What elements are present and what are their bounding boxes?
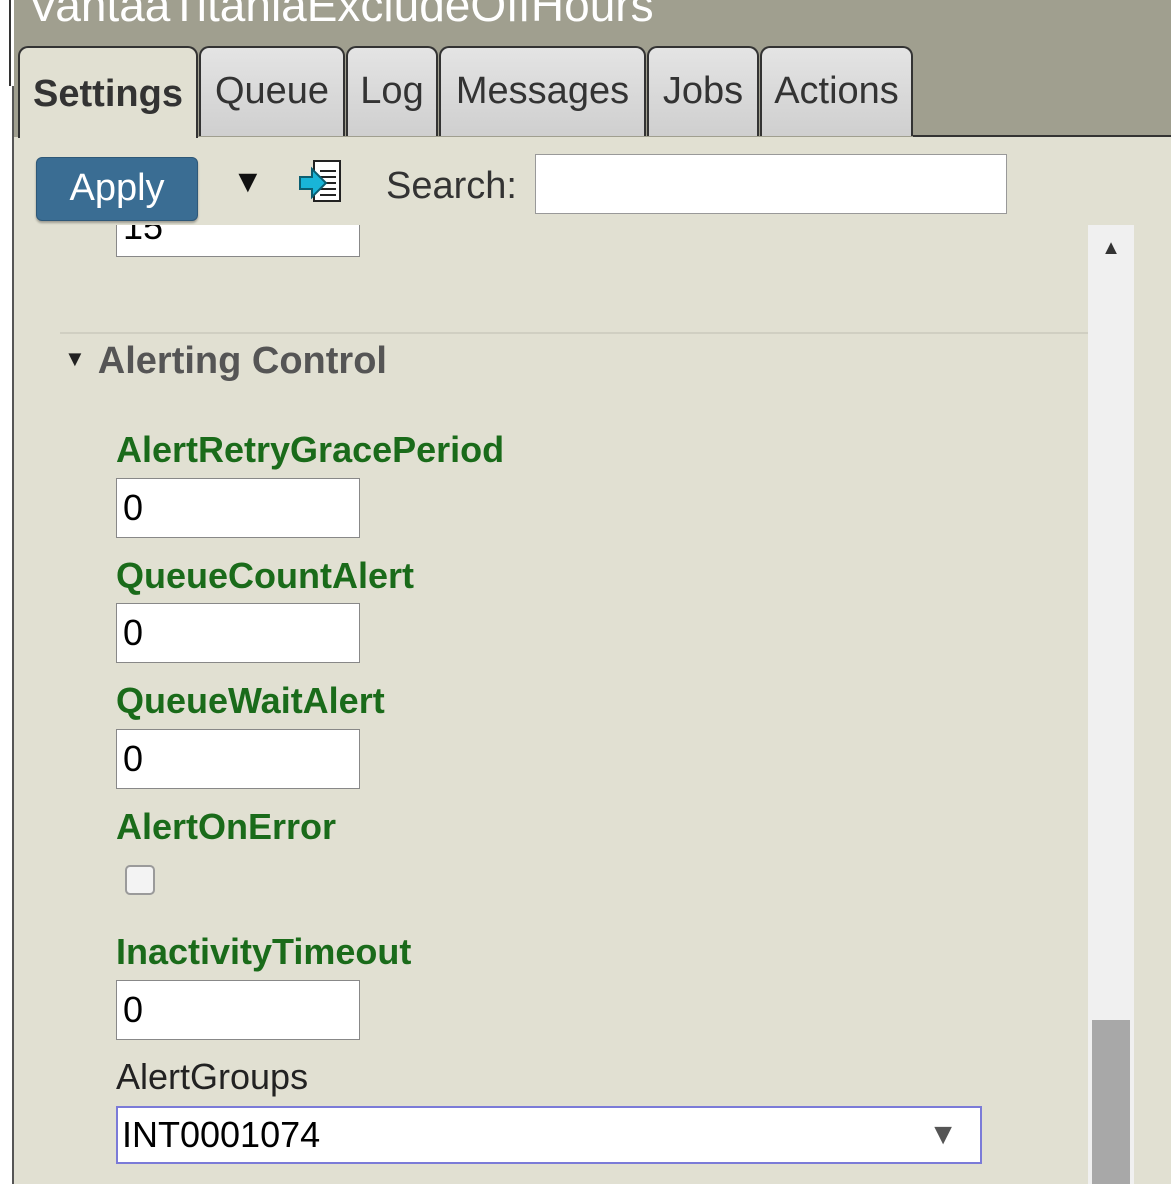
- window-title-bar: VantaaTitaniaExcludeOffHours: [14, 0, 1171, 48]
- tab-log[interactable]: Log: [346, 46, 438, 136]
- alert-groups-selected-value: INT0001074: [122, 1114, 321, 1155]
- inactivity-timeout-input[interactable]: 0: [116, 980, 360, 1040]
- queue-wait-alert-input[interactable]: 0: [116, 729, 360, 789]
- settings-panel: Apply ▼ Search: 15 ▼ Alerting Control Ale…: [14, 137, 1171, 1184]
- chevron-down-icon[interactable]: ▼: [928, 1108, 958, 1162]
- collapse-triangle-icon[interactable]: ▼: [64, 346, 86, 371]
- section-alerting-control[interactable]: ▼ Alerting Control: [64, 340, 387, 383]
- search-input[interactable]: [535, 154, 1007, 214]
- partial-field-input[interactable]: 15: [116, 225, 360, 257]
- tab-messages[interactable]: Messages: [439, 46, 646, 136]
- field-label-inactivity-timeout: InactivityTimeout: [116, 931, 412, 972]
- left-border-line: [9, 0, 11, 86]
- queue-count-alert-input[interactable]: 0: [116, 603, 360, 663]
- vertical-scrollbar[interactable]: ▲: [1088, 225, 1134, 1184]
- field-label-alert-on-error: AlertOnError: [116, 806, 337, 847]
- dropdown-arrow-icon[interactable]: ▼: [232, 163, 264, 200]
- export-document-icon[interactable]: [296, 159, 346, 205]
- section-divider: [60, 332, 1090, 334]
- field-label-alert-retry-grace-period: AlertRetryGracePeriod: [116, 429, 505, 470]
- left-border: [0, 0, 14, 1184]
- tab-settings[interactable]: Settings: [18, 46, 198, 138]
- toolbar: Apply ▼ Search:: [14, 137, 1171, 227]
- alert-on-error-checkbox[interactable]: [125, 865, 155, 895]
- search-label: Search:: [386, 165, 517, 207]
- field-label-queue-count-alert: QueueCountAlert: [116, 555, 415, 596]
- window-title: VantaaTitaniaExcludeOffHours: [28, 0, 654, 31]
- scrollbar-thumb[interactable]: [1092, 1020, 1130, 1184]
- field-label-alert-groups: AlertGroups: [116, 1056, 309, 1097]
- tab-actions[interactable]: Actions: [760, 46, 913, 136]
- scroll-up-arrow-icon[interactable]: ▲: [1088, 225, 1134, 271]
- app-window: VantaaTitaniaExcludeOffHours Settings Qu…: [0, 0, 1171, 1184]
- alert-retry-grace-period-input[interactable]: 0: [116, 478, 360, 538]
- apply-button[interactable]: Apply: [36, 157, 198, 221]
- tab-jobs[interactable]: Jobs: [647, 46, 759, 136]
- settings-scroll-area: 15 ▼ Alerting Control AlertRetryGracePeri…: [14, 225, 1094, 1184]
- field-label-queue-wait-alert: QueueWaitAlert: [116, 680, 385, 721]
- alert-groups-select[interactable]: INT0001074 ▼: [116, 1106, 982, 1164]
- section-title: Alerting Control: [97, 340, 387, 382]
- tab-queue[interactable]: Queue: [199, 46, 345, 136]
